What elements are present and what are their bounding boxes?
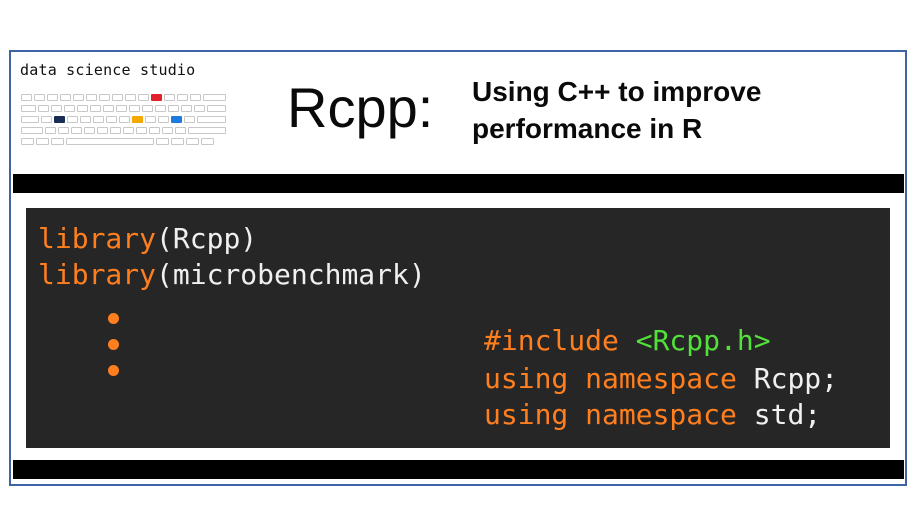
r-arg-rcpp: (Rcpp)	[156, 222, 258, 255]
keyboard-key	[58, 127, 69, 134]
keyboard-key	[21, 116, 39, 123]
keyboard-key	[99, 94, 110, 101]
r-fn-library: library	[38, 222, 157, 255]
keyboard-key	[171, 138, 184, 145]
cpp-namespace-std: std;	[753, 398, 822, 431]
ellipsis-dot	[108, 313, 119, 324]
keyboard-key	[164, 94, 175, 101]
keyboard-key	[97, 127, 108, 134]
keyboard-key	[155, 105, 166, 112]
cpp-using-rcpp-line: using namespace Rcpp;	[484, 362, 838, 395]
r-fn-library: library	[38, 258, 157, 291]
keyboard-key	[132, 116, 143, 123]
keyboard-key	[67, 116, 78, 123]
keyboard-key	[168, 105, 179, 112]
keyboard-key	[103, 105, 114, 112]
keyboard-key	[162, 127, 173, 134]
keyboard-key	[54, 116, 65, 123]
keyboard-key	[188, 127, 226, 134]
keyboard-key	[64, 105, 75, 112]
keyboard-key	[194, 105, 205, 112]
keyboard-key	[190, 94, 201, 101]
keyboard-key	[203, 94, 226, 101]
keyboard-key	[45, 127, 56, 134]
keyboard-key	[186, 138, 199, 145]
keyboard-key	[116, 105, 127, 112]
keyboard-key	[156, 138, 169, 145]
keyboard-key	[171, 116, 182, 123]
keyboard-key	[112, 94, 123, 101]
cpp-namespace-rcpp: Rcpp;	[753, 362, 839, 395]
keyboard-key	[21, 127, 43, 134]
keyboard-key	[60, 94, 71, 101]
cpp-using-keyword: using namespace	[484, 398, 737, 431]
keyboard-key	[177, 94, 188, 101]
keyboard-key	[175, 127, 186, 134]
keyboard-key	[136, 127, 147, 134]
keyboard-key	[21, 94, 32, 101]
brand-name: data science studio	[20, 61, 196, 79]
keyboard-key	[151, 94, 162, 101]
keyboard-key	[71, 127, 82, 134]
keyboard-key	[149, 127, 160, 134]
r-code-line-2: library(microbenchmark)	[38, 258, 426, 291]
keyboard-key	[21, 138, 34, 145]
keyboard-key	[207, 105, 226, 112]
cpp-include-line: #include <Rcpp.h>	[484, 324, 771, 357]
keyboard-key	[197, 116, 226, 123]
keyboard-logo	[21, 94, 226, 150]
divider-bar-top	[13, 174, 904, 193]
cpp-include-header: <Rcpp.h>	[635, 324, 771, 357]
r-code-line-1: library(Rcpp)	[38, 222, 257, 255]
keyboard-key	[86, 94, 97, 101]
slide-subtitle: Using C++ to improve performance in R	[472, 73, 852, 147]
keyboard-key	[125, 94, 136, 101]
keyboard-key	[51, 105, 62, 112]
keyboard-key	[129, 105, 140, 112]
keyboard-key	[80, 116, 91, 123]
keyboard-key	[47, 94, 58, 101]
keyboard-key	[106, 116, 117, 123]
ellipsis-dot	[108, 365, 119, 376]
keyboard-key	[110, 127, 121, 134]
keyboard-key	[184, 116, 195, 123]
cpp-using-keyword: using namespace	[484, 362, 737, 395]
keyboard-key	[201, 138, 214, 145]
keyboard-key	[66, 138, 154, 145]
keyboard-key	[41, 116, 52, 123]
cpp-include-keyword: #include	[484, 324, 619, 357]
keyboard-key	[123, 127, 134, 134]
keyboard-key	[77, 105, 88, 112]
subtitle-line-2: performance in R	[472, 113, 703, 144]
keyboard-key	[145, 116, 156, 123]
keyboard-key	[36, 138, 49, 145]
keyboard-key	[21, 105, 36, 112]
keyboard-key	[119, 116, 130, 123]
ellipsis-dot	[108, 339, 119, 350]
keyboard-key	[84, 127, 95, 134]
keyboard-key	[51, 138, 64, 145]
keyboard-key	[181, 105, 192, 112]
keyboard-key	[38, 105, 49, 112]
keyboard-key	[158, 116, 169, 123]
keyboard-key	[138, 94, 149, 101]
cpp-using-std-line: using namespace std;	[484, 398, 821, 431]
r-arg-microbenchmark: (microbenchmark)	[156, 258, 426, 291]
keyboard-key	[90, 105, 101, 112]
divider-bar-bottom	[13, 460, 904, 479]
keyboard-key	[73, 94, 84, 101]
slide-title: Rcpp:	[287, 76, 434, 139]
keyboard-key	[34, 94, 45, 101]
keyboard-key	[93, 116, 104, 123]
keyboard-key	[142, 105, 153, 112]
subtitle-line-1: Using C++ to improve	[472, 76, 762, 107]
